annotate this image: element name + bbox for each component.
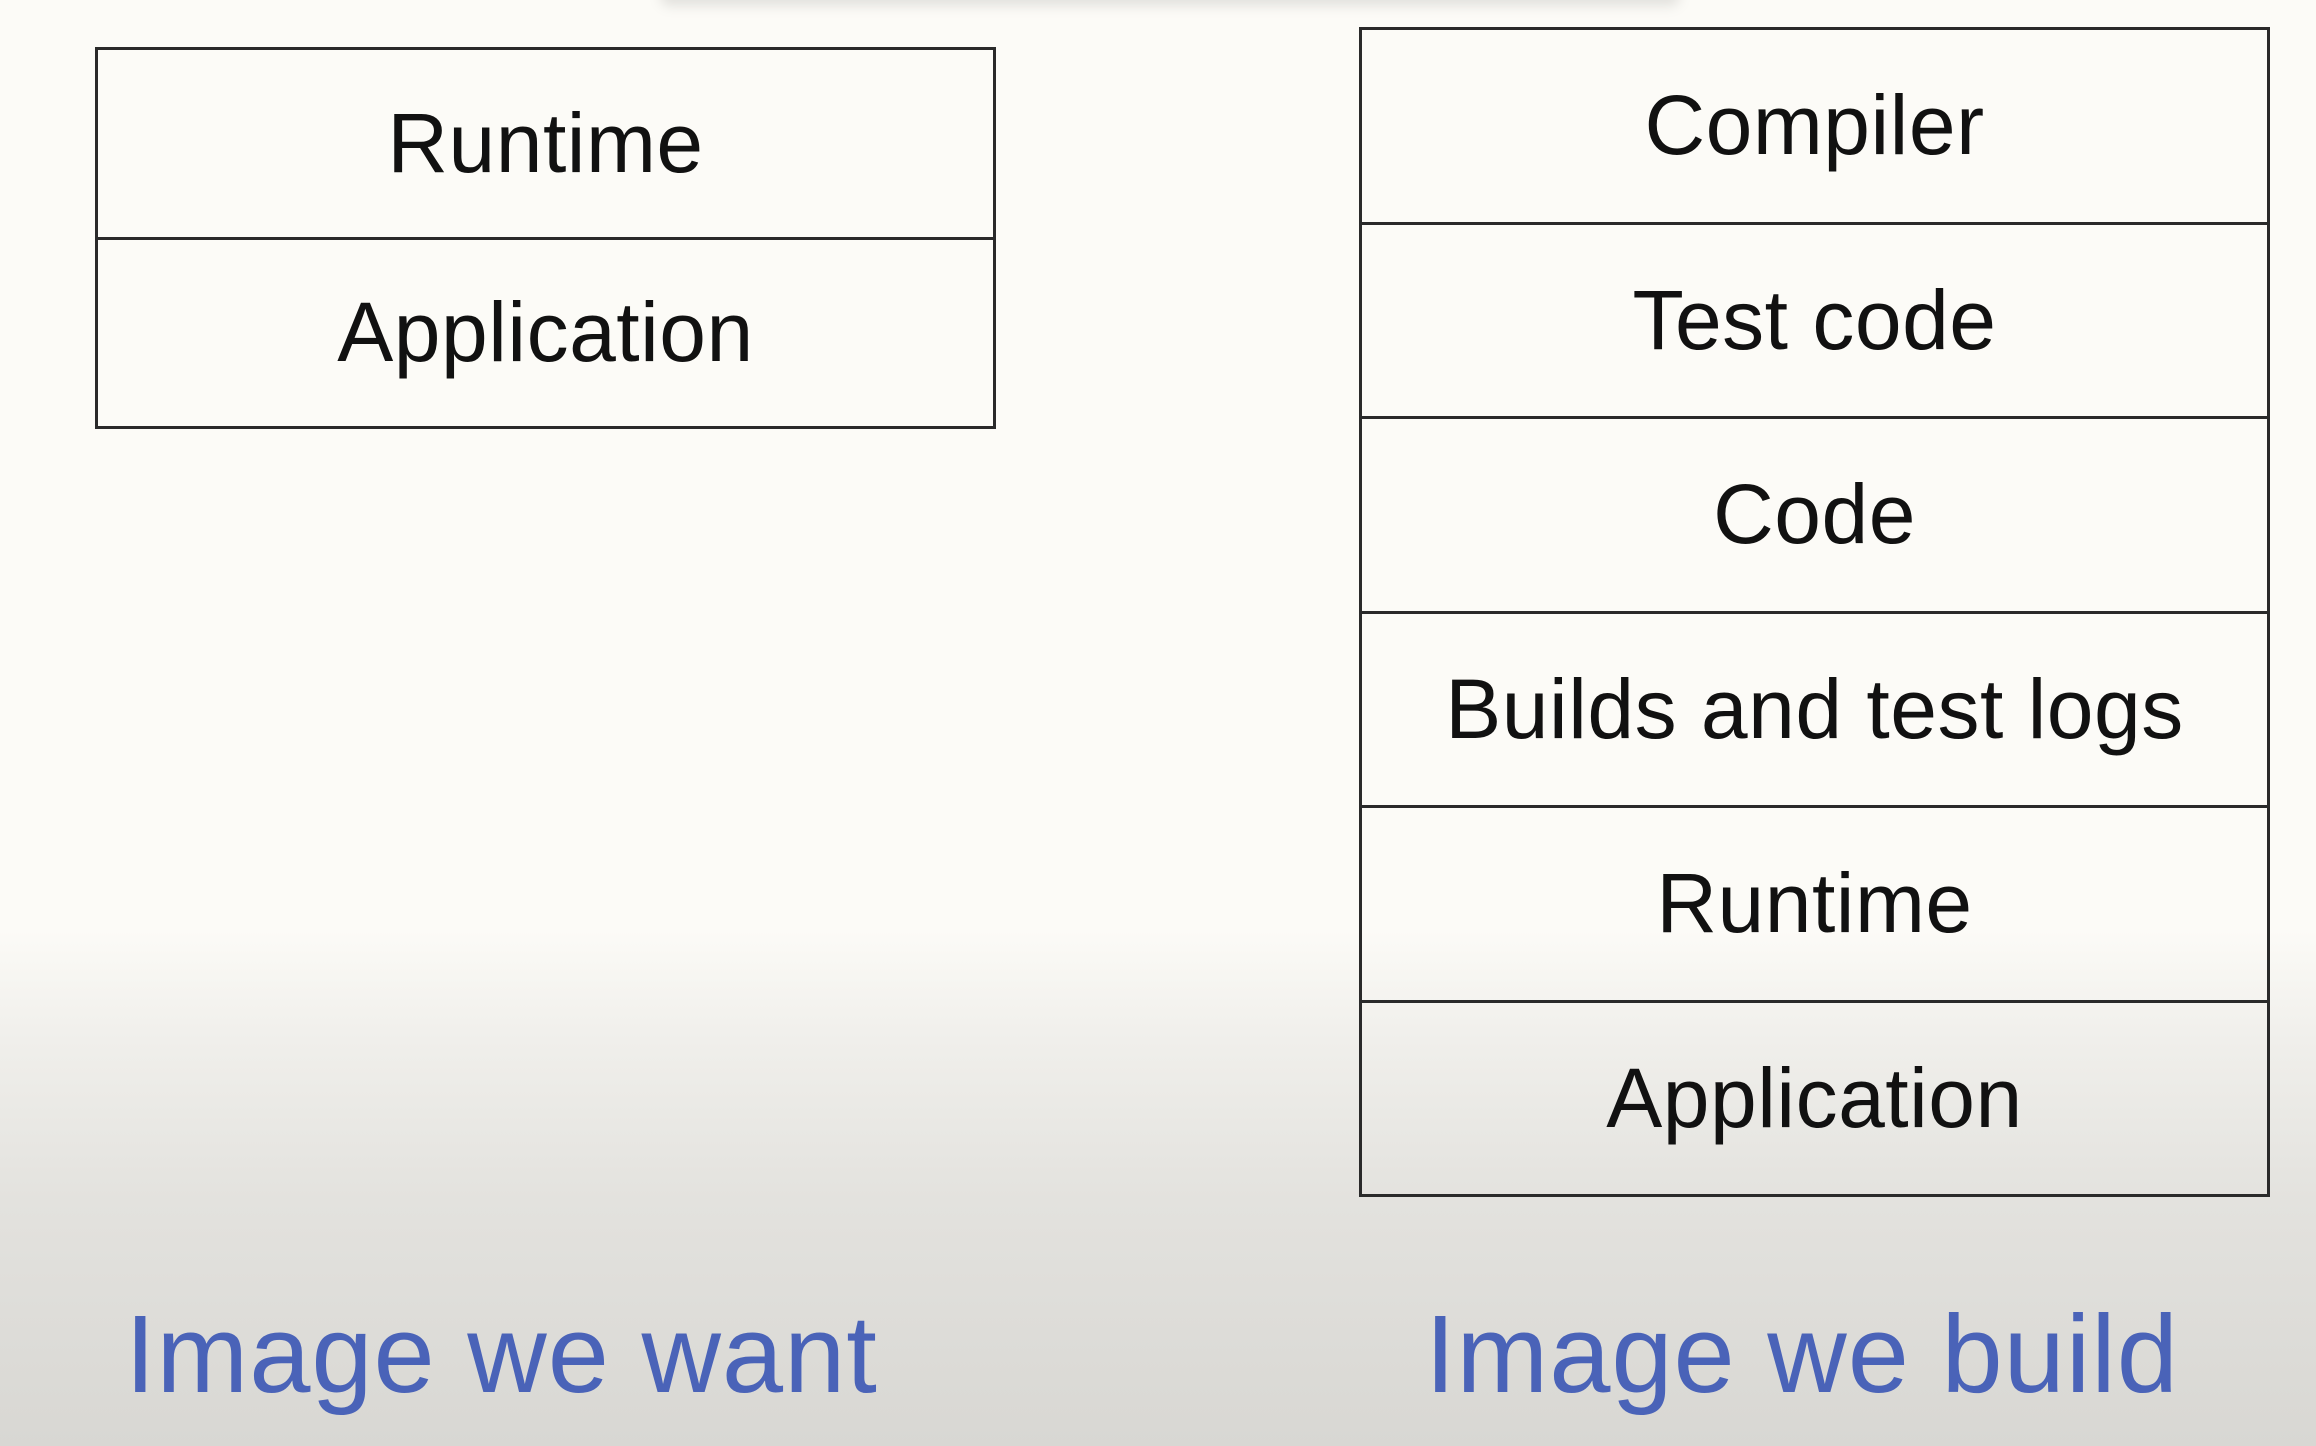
caption-image-we-want: Image we want xyxy=(125,1293,878,1416)
top-shadow-decoration xyxy=(660,0,1680,6)
layer-code: Code xyxy=(1362,416,2267,611)
layer-compiler: Compiler xyxy=(1644,78,1985,173)
image-we-build-stack: Compiler Test code Code Builds and test … xyxy=(1359,27,2270,1197)
layer-runtime: Runtime xyxy=(1362,805,2267,1000)
layer-application: Application xyxy=(98,236,993,427)
caption-image-we-build: Image we build xyxy=(1425,1293,2179,1416)
layer-runtime: Runtime xyxy=(387,95,704,190)
layer-application: Application xyxy=(1362,999,2267,1195)
layer-test-code: Test code xyxy=(1362,221,2267,417)
image-we-want-stack: Runtime Application xyxy=(95,47,996,429)
layer-builds-and-test-logs: Builds and test logs xyxy=(1362,610,2267,806)
